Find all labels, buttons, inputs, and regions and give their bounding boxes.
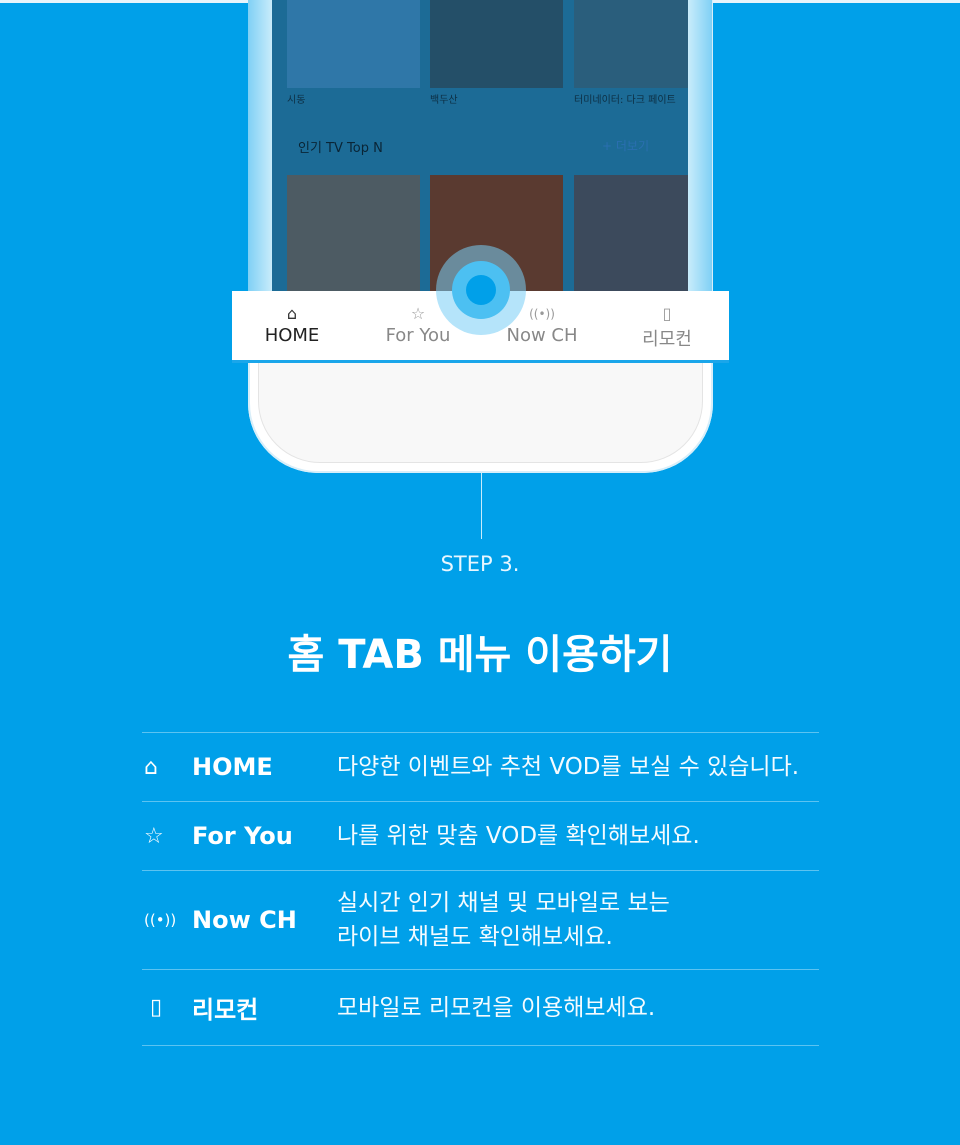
tab-home[interactable]: ⌂ HOME <box>232 303 352 346</box>
list-item: ☆ For You 나를 위한 맞춤 VOD를 확인해보세요. <box>142 802 819 871</box>
tab-label: Now CH <box>506 325 578 346</box>
item-name: HOME <box>192 753 273 781</box>
poster-tv-1[interactable] <box>287 175 420 291</box>
phone-edge <box>248 0 272 291</box>
movie-caption: 백두산 <box>430 95 458 106</box>
movie-caption: 터미네이터: 다크 페이트 <box>574 95 676 106</box>
tab-label: 리모컨 <box>642 329 692 350</box>
item-desc-line: 실시간 인기 채널 및 모바일로 보는 <box>337 890 670 916</box>
poster-sidong[interactable] <box>287 0 420 88</box>
step-label: STEP 3. <box>440 552 520 576</box>
home-icon: ⌂ <box>286 304 298 323</box>
phone-edge <box>688 0 712 291</box>
poster-tv-3[interactable] <box>574 175 688 291</box>
more-link[interactable]: + 더보기 <box>602 137 649 154</box>
remote-icon: ▯ <box>662 304 672 323</box>
item-name: Now CH <box>192 906 297 934</box>
star-icon: ☆ <box>144 823 164 849</box>
tab-label: HOME <box>264 325 320 346</box>
list-item: ▯ 리모컨 모바일로 리모컨을 이용해보세요. <box>142 970 819 1046</box>
item-desc-line: 라이브 채널도 확인해보세요. <box>337 924 613 950</box>
section-title: 인기 TV Top N <box>298 141 383 156</box>
item-desc: 나를 위한 맞춤 VOD를 확인해보세요. <box>337 823 700 849</box>
item-name: 리모컨 <box>192 996 259 1024</box>
tab-label: For You <box>385 325 451 346</box>
home-icon: ⌂ <box>144 754 158 780</box>
movie-caption: 시동 <box>287 95 306 106</box>
tab-feature-list: ⌂ HOME 다양한 이벤트와 추천 VOD를 보실 수 있습니다. ☆ For Yo… <box>142 732 819 1046</box>
page-title: 홈 TAB 메뉴 이용하기 <box>287 632 673 678</box>
poster-baekdusan[interactable] <box>430 0 563 88</box>
item-desc: 실시간 인기 채널 및 모바일로 보는라이브 채널도 확인해보세요. <box>337 886 670 954</box>
list-item: ⌂ HOME 다양한 이벤트와 추천 VOD를 보실 수 있습니다. <box>142 733 819 802</box>
item-desc: 다양한 이벤트와 추천 VOD를 보실 수 있습니다. <box>337 754 800 780</box>
list-item: ((•)) Now CH 실시간 인기 채널 및 모바일로 보는라이브 채널도 확인… <box>142 871 819 970</box>
broadcast-icon: ((•)) <box>144 911 177 929</box>
item-desc: 모바일로 리모컨을 이용해보세요. <box>337 994 656 1021</box>
connector-line <box>481 473 482 539</box>
touch-indicator <box>466 275 496 305</box>
poster-terminator[interactable] <box>574 0 688 88</box>
item-name: For You <box>192 822 293 850</box>
tab-remote[interactable]: ▯ 리모컨 <box>607 303 727 351</box>
remote-icon: ▯ <box>150 995 163 1020</box>
